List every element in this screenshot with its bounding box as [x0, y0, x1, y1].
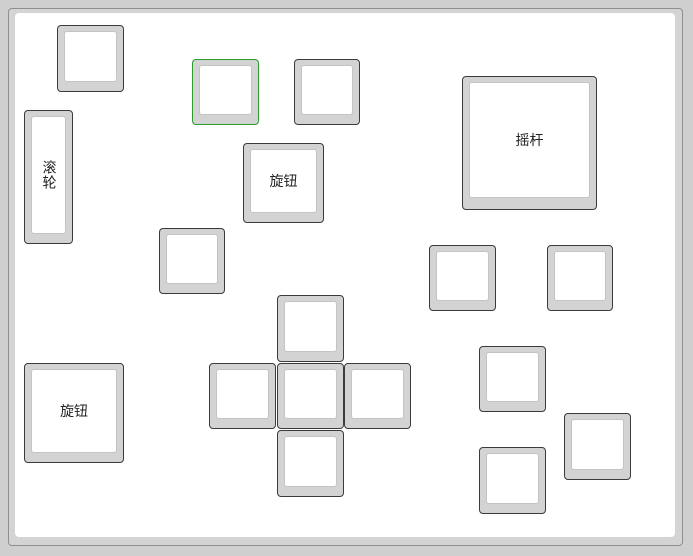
- scroll-wheel-key[interactable]: 滚轮: [24, 110, 73, 244]
- key-cap: [436, 251, 489, 301]
- key-right-cluster-side[interactable]: [564, 413, 631, 480]
- key-left-middle[interactable]: [159, 228, 225, 294]
- key-cap: [166, 234, 218, 284]
- key-cap: [351, 369, 404, 419]
- dpad-right-key[interactable]: [344, 363, 411, 429]
- dpad-up-key[interactable]: [277, 295, 344, 362]
- key-cap: [486, 453, 539, 504]
- key-cap: [64, 31, 117, 82]
- dpad-center-key[interactable]: [277, 363, 344, 429]
- knob-label-lower: 旋钮: [31, 369, 117, 453]
- key-right-cluster-bottom[interactable]: [479, 447, 546, 514]
- key-cap: [284, 301, 337, 352]
- key-cap: [284, 369, 337, 419]
- key-cap: [554, 251, 606, 301]
- dpad-left-key[interactable]: [209, 363, 276, 429]
- key-cap: [301, 65, 353, 115]
- dpad-down-key[interactable]: [277, 430, 344, 497]
- key-top-left[interactable]: [57, 25, 124, 92]
- knob-key-upper[interactable]: 旋钮: [243, 143, 324, 223]
- joystick-key[interactable]: 摇杆: [462, 76, 597, 210]
- key-top-middle[interactable]: [294, 59, 360, 125]
- knob-key-lower[interactable]: 旋钮: [24, 363, 124, 463]
- key-cap: [571, 419, 624, 470]
- key-right-a[interactable]: [429, 245, 496, 311]
- key-cap: [216, 369, 269, 419]
- joystick-label: 摇杆: [469, 82, 590, 198]
- key-selected[interactable]: [192, 59, 259, 125]
- key-cap: [199, 65, 252, 115]
- window-frame: 滚轮 旋钮 摇杆 旋钮: [0, 0, 693, 556]
- key-right-cluster-top[interactable]: [479, 346, 546, 412]
- scroll-wheel-label: 滚轮: [31, 116, 66, 234]
- key-right-b[interactable]: [547, 245, 613, 311]
- key-cap: [284, 436, 337, 487]
- knob-label-upper: 旋钮: [250, 149, 317, 213]
- key-cap: [486, 352, 539, 402]
